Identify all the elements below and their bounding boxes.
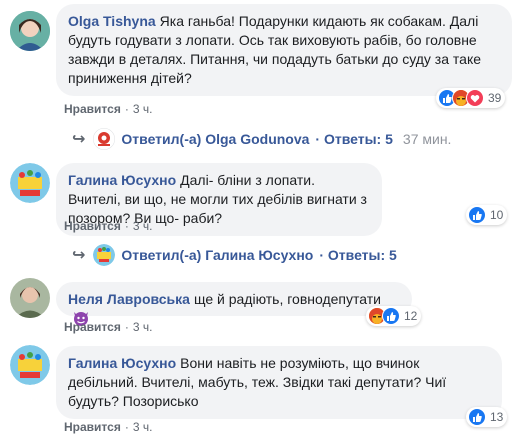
avatar[interactable] xyxy=(10,11,50,51)
reaction-summary[interactable]: 39 xyxy=(436,88,506,108)
like-button[interactable]: Нравится xyxy=(64,219,121,233)
replies-link[interactable]: Ответил(-а) Olga Godunova xyxy=(121,131,309,147)
small-avatar xyxy=(93,244,116,266)
reaction-count: 10 xyxy=(490,208,504,222)
separator-dot: · xyxy=(124,420,129,434)
avatar-photo-icon xyxy=(10,278,50,318)
like-icon xyxy=(468,408,486,426)
reply-arrow-icon: ↪ xyxy=(72,247,86,264)
avatar-photo-icon xyxy=(93,128,116,150)
comment-time[interactable]: 3 ч. xyxy=(133,219,153,233)
comment-text: ще й радіють, говнодепутати xyxy=(193,291,381,307)
separator-dot: · xyxy=(124,320,129,334)
like-icon xyxy=(468,206,486,224)
like-button[interactable]: Нравится xyxy=(64,320,121,334)
comment-author[interactable]: Неля Лавровська xyxy=(68,291,190,307)
replies-link[interactable]: Ответил(-а) Галина Юсухно xyxy=(121,247,313,263)
replies-row[interactable]: ↪ Ответил(-а) Галина Юсухно · Ответы: 5 xyxy=(72,244,397,266)
replies-count[interactable]: · Ответы: 5 xyxy=(319,247,396,263)
like-button[interactable]: Нравится xyxy=(64,102,121,116)
comment-author[interactable]: Olga Tishyna xyxy=(68,13,156,29)
replies-row[interactable]: ↪ Ответил(-а) Olga Godunova · Ответы: 5 … xyxy=(72,128,451,150)
replies-count[interactable]: · Ответы: 5 xyxy=(315,131,392,147)
avatar-photo-icon xyxy=(10,11,50,51)
avatar[interactable] xyxy=(10,345,50,385)
reaction-summary[interactable]: 12 xyxy=(366,306,422,326)
avatar-logo-icon xyxy=(93,244,116,266)
comment-actions: Нравится · 3 ч. xyxy=(64,320,152,334)
avatar[interactable] xyxy=(10,163,50,203)
comment-actions: Нравится · 3 ч. xyxy=(64,102,152,116)
avatar-logo-icon xyxy=(10,345,50,385)
comment-actions: Нравится · 3 ч. xyxy=(64,420,152,434)
reaction-summary[interactable]: 13 xyxy=(466,407,508,427)
avatar-logo-icon xyxy=(10,163,50,203)
reaction-summary[interactable]: 10 xyxy=(466,205,508,225)
comment-bubble: Неля Лавровська ще й радіють, говнодепута… xyxy=(56,282,412,326)
comment-bubble: Olga Tishyna Яка ганьба! Подарунки кидают… xyxy=(56,4,512,96)
reaction-count: 13 xyxy=(490,410,504,424)
reaction-count: 39 xyxy=(488,91,502,105)
comment-time[interactable]: 3 ч. xyxy=(133,320,153,334)
like-button[interactable]: Нравится xyxy=(64,420,121,434)
comment-time[interactable]: 3 ч. xyxy=(133,420,153,434)
reaction-count: 12 xyxy=(404,309,418,323)
replies-time: 37 мин. xyxy=(402,131,452,147)
comment-author[interactable]: Галина Юсухно xyxy=(68,355,176,371)
separator-dot: · xyxy=(124,219,129,233)
like-icon xyxy=(382,307,400,325)
love-icon xyxy=(466,89,484,107)
avatar[interactable] xyxy=(10,278,50,318)
reply-arrow-icon: ↪ xyxy=(72,131,86,148)
comment-author[interactable]: Галина Юсухно xyxy=(68,172,176,188)
small-avatar xyxy=(93,128,116,150)
separator-dot: · xyxy=(124,102,129,116)
comment-time[interactable]: 3 ч. xyxy=(133,102,153,116)
comment-bubble: Галина Юсухно Вони навіть не розуміють, щ… xyxy=(56,346,502,419)
comment-actions: Нравится · 3 ч. xyxy=(64,219,152,233)
